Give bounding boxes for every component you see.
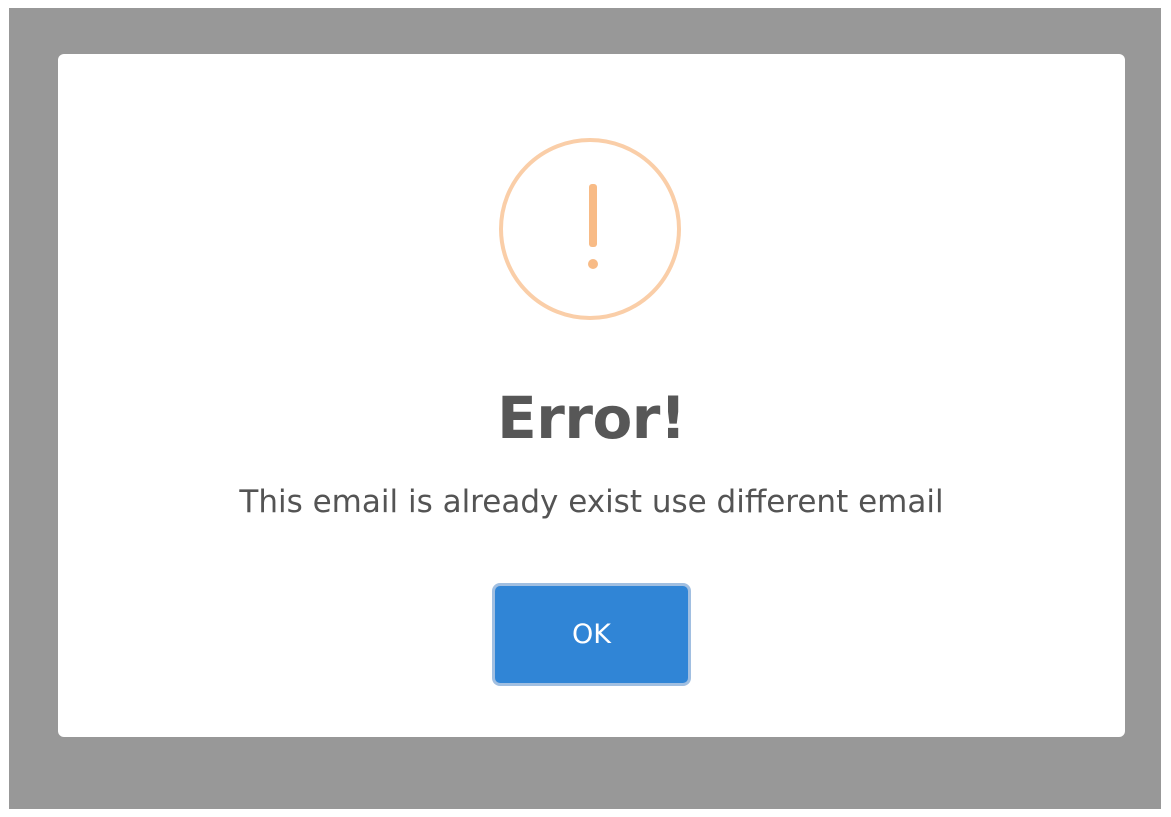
- exclamation-warning-icon: [499, 138, 681, 320]
- error-dialog: Error! This email is already exist use d…: [58, 54, 1125, 737]
- ok-button[interactable]: OK: [495, 586, 688, 683]
- exclamation-bar: [589, 184, 597, 247]
- dialog-message: This email is already exist use differen…: [239, 484, 944, 520]
- exclamation-dot: [588, 259, 598, 269]
- dialog-title: Error!: [497, 384, 686, 452]
